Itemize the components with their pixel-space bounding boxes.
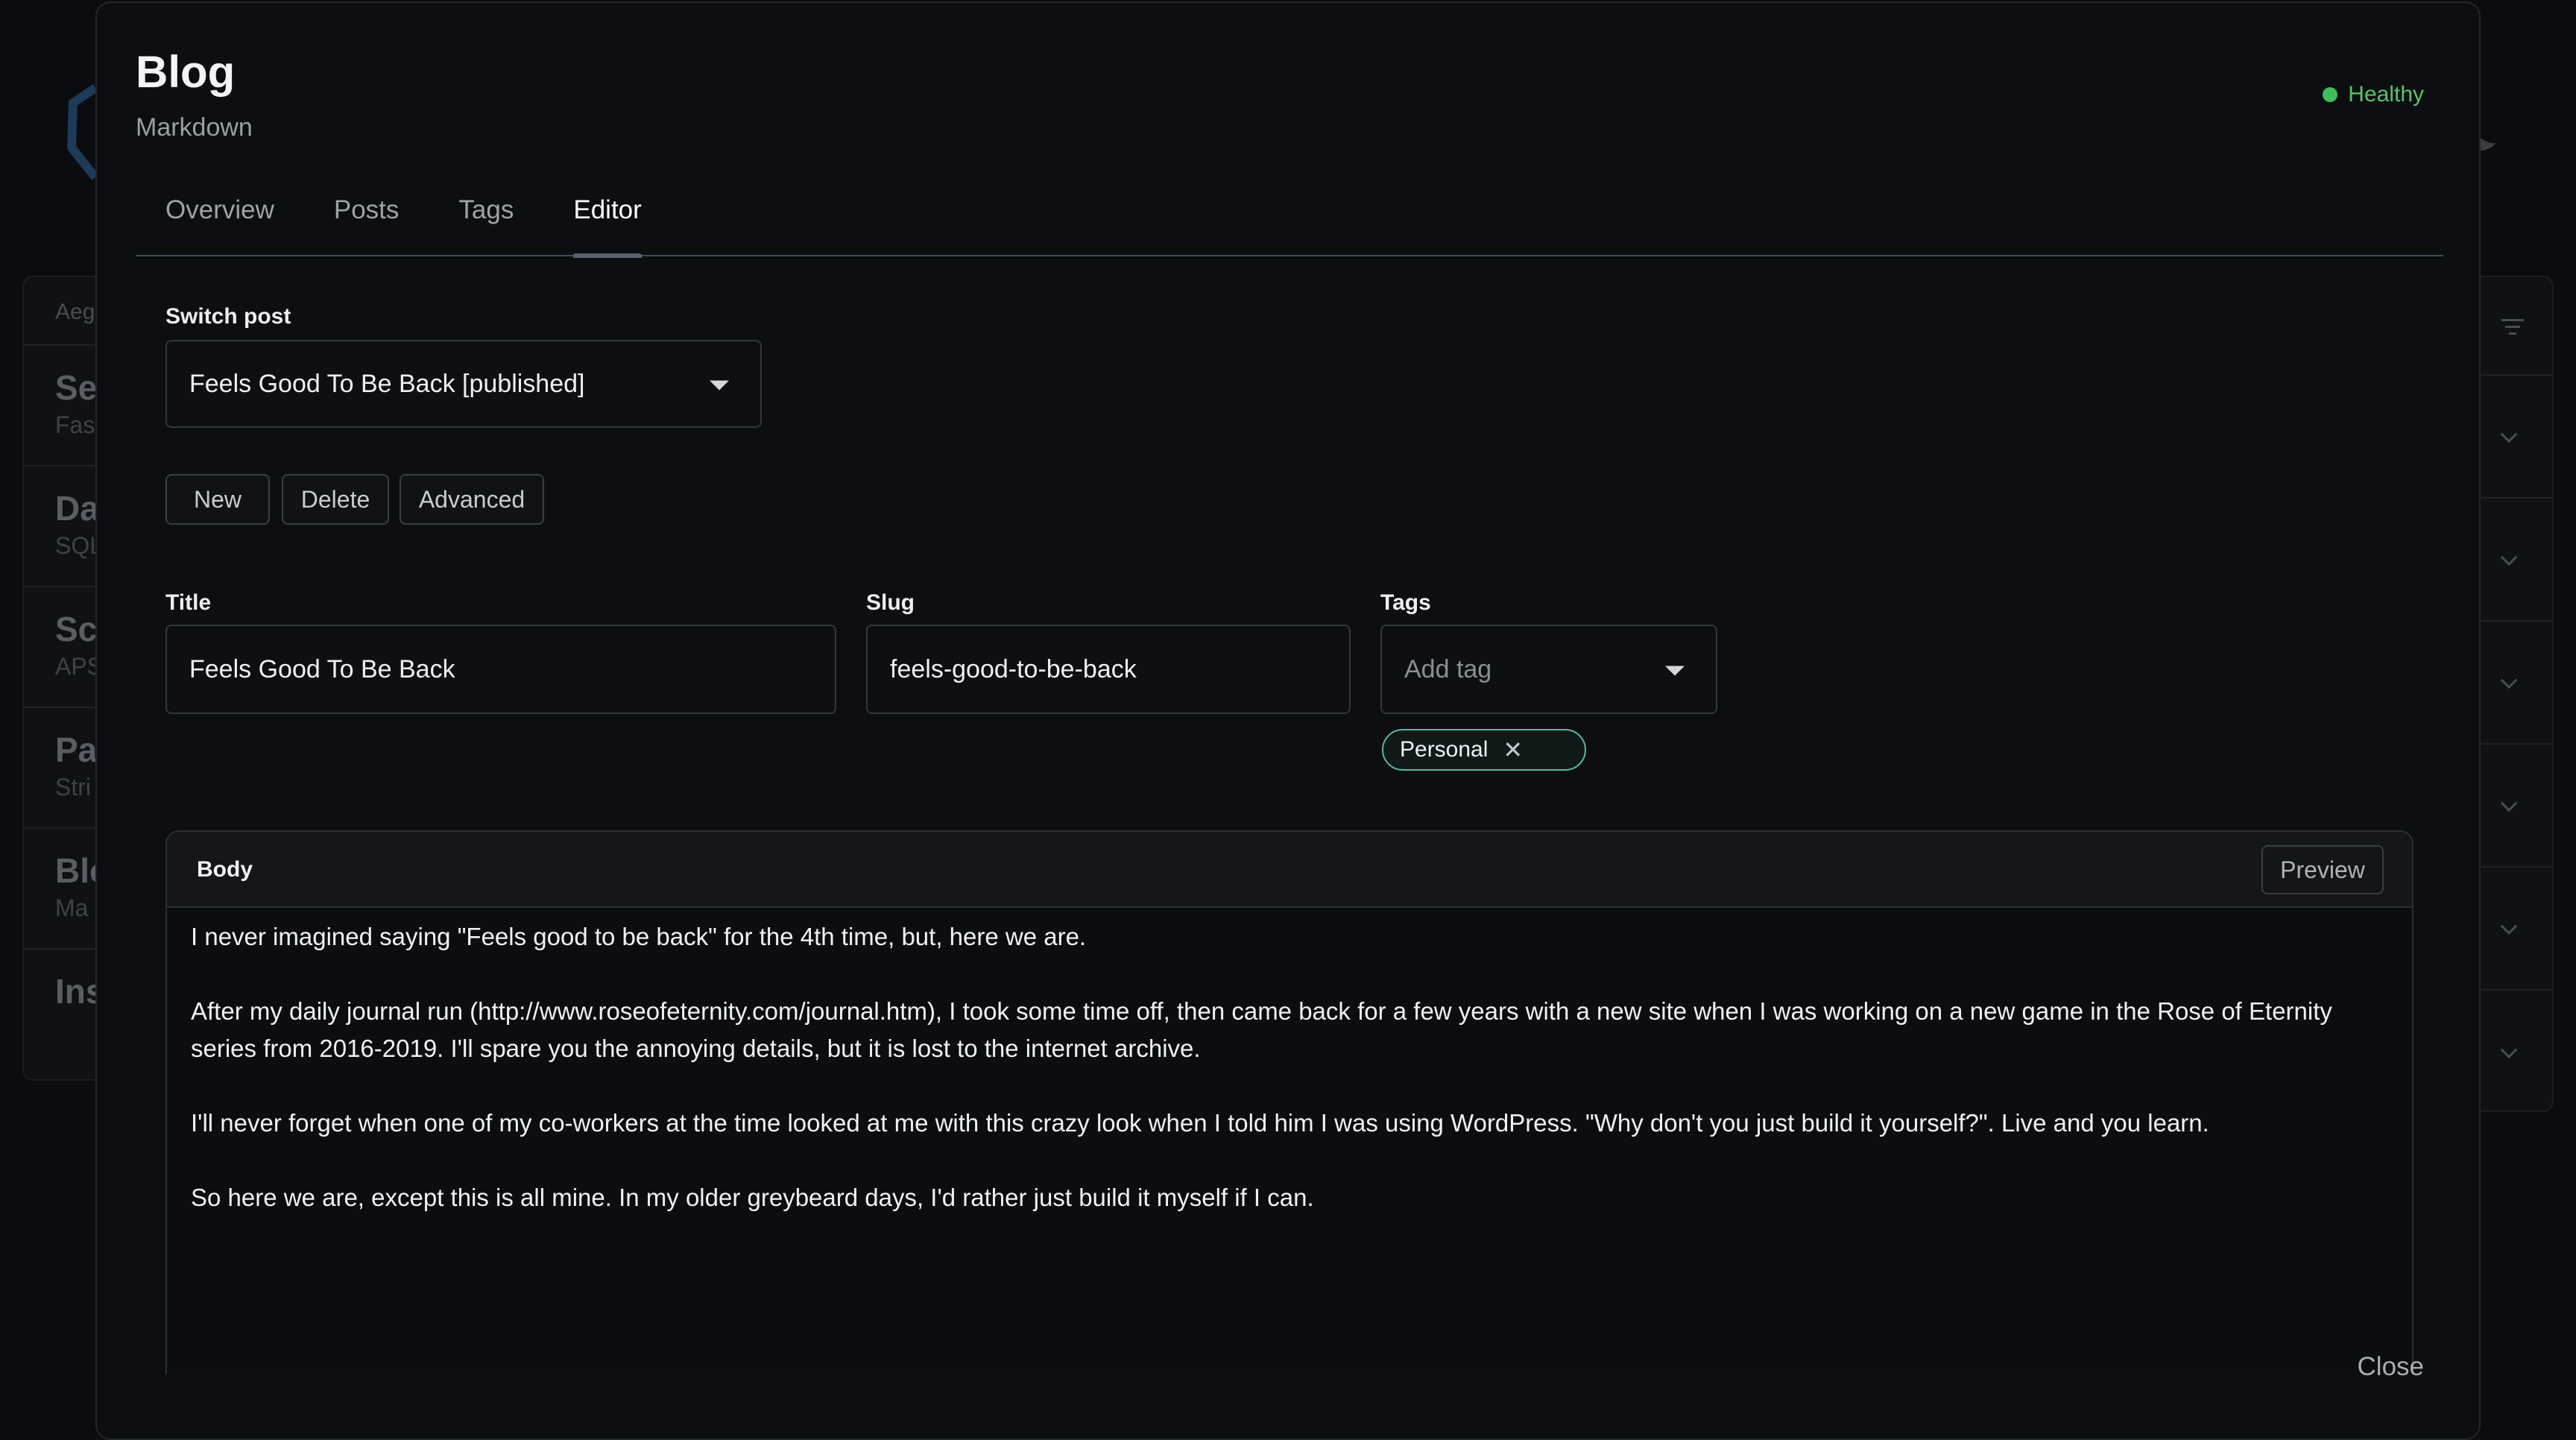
body-editor: Body Preview I never imagined saying "Fe…: [165, 830, 2414, 1374]
modal-title: Blog: [136, 46, 235, 98]
filter-icon: [2501, 319, 2524, 339]
body-paragraph: After my daily journal run (http://www.r…: [191, 993, 2390, 1067]
tags-select[interactable]: Add tag: [1380, 625, 1717, 714]
background-list-actions: [2479, 276, 2554, 1112]
advanced-button[interactable]: Advanced: [400, 474, 544, 525]
body-editor-header: Body Preview: [167, 832, 2412, 908]
switch-post-value: Feels Good To Be Back [published]: [189, 370, 584, 399]
delete-post-button[interactable]: Delete: [282, 474, 389, 525]
switch-post-label: Switch post: [165, 304, 291, 329]
modal-subtitle: Markdown: [136, 113, 253, 142]
tab-tags[interactable]: Tags: [429, 182, 543, 256]
body-textarea[interactable]: I never imagined saying "Feels good to b…: [167, 908, 2412, 1216]
new-post-button[interactable]: New: [165, 474, 270, 525]
background-list-item: Da SQL: [24, 467, 103, 587]
tab-posts[interactable]: Posts: [304, 182, 429, 256]
chevron-down-icon: [2501, 549, 2518, 566]
body-label: Body: [197, 857, 253, 882]
tag-chip-personal: Personal ✕: [1382, 729, 1586, 771]
chevron-down-icon: [2501, 795, 2518, 812]
title-label: Title: [165, 590, 211, 616]
tab-bar: Overview Posts Tags Editor: [136, 182, 2443, 256]
tags-label: Tags: [1380, 590, 1431, 616]
chevron-down-icon: [2501, 1041, 2518, 1058]
tags-placeholder: Add tag: [1404, 655, 1491, 684]
body-paragraph: I'll never forget when one of my co-work…: [191, 1105, 2390, 1142]
background-list-item: Ins: [24, 950, 103, 1070]
switch-post-select[interactable]: Feels Good To Be Back [published]: [165, 340, 762, 428]
background-list-item: Sc APS: [24, 587, 103, 708]
title-input[interactable]: Feels Good To Be Back: [165, 625, 836, 714]
chevron-down-icon: [2501, 426, 2518, 443]
background-list-panel: Aeg Se Fas Da SQL Sc APS Pa Stri Blo Ma …: [22, 276, 104, 1081]
tab-overview[interactable]: Overview: [136, 182, 304, 256]
chevron-down-icon: [2501, 918, 2518, 935]
background-list-header: Aeg: [24, 277, 103, 346]
status-text: Healthy: [2348, 82, 2424, 107]
body-paragraph: So here we are, except this is all mine.…: [191, 1179, 2390, 1216]
chevron-down-icon: [2501, 672, 2518, 689]
caret-down-icon: [1665, 666, 1685, 675]
background-list-item: Pa Stri: [24, 708, 103, 829]
slug-input[interactable]: feels-good-to-be-back: [866, 625, 1351, 714]
close-button[interactable]: Close: [2358, 1352, 2424, 1382]
slug-label: Slug: [866, 590, 915, 616]
status-badge: Healthy: [2323, 82, 2424, 107]
background-list-item: Blo Ma: [24, 829, 103, 950]
blog-modal: Blog Markdown Healthy Overview Posts Tag…: [95, 1, 2481, 1440]
remove-tag-icon[interactable]: ✕: [1503, 736, 1523, 764]
preview-button[interactable]: Preview: [2261, 845, 2384, 894]
tag-chip-label: Personal: [1400, 737, 1488, 762]
tab-editor[interactable]: Editor: [543, 182, 671, 256]
body-paragraph: I never imagined saying "Feels good to b…: [191, 918, 2390, 956]
caret-down-icon: [710, 380, 729, 390]
background-list-item: Se Fas: [24, 346, 103, 467]
status-dot-icon: [2323, 87, 2337, 102]
